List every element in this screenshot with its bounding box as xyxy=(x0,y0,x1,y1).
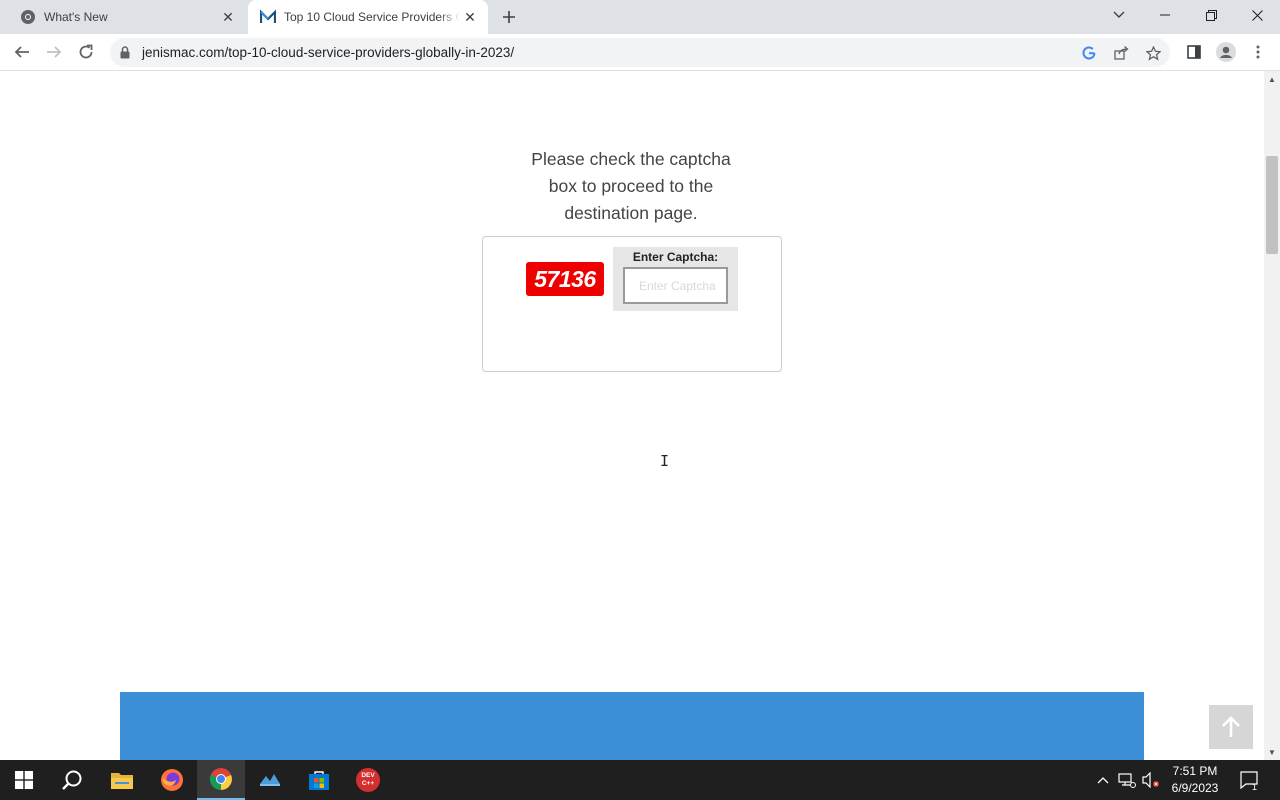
side-panel-icon[interactable] xyxy=(1180,38,1208,66)
restore-button[interactable] xyxy=(1188,0,1234,30)
windows-start-icon[interactable] xyxy=(0,760,48,800)
text-cursor-icon: I xyxy=(660,452,670,470)
captcha-label: Enter Captcha: xyxy=(632,250,719,264)
microsoft-store-icon[interactable] xyxy=(295,760,343,800)
captcha-instruction: Please check the captcha box to proceed … xyxy=(531,149,731,223)
volume-muted-icon[interactable] xyxy=(1140,760,1162,800)
tab-title: What's New xyxy=(44,10,108,24)
ide-icon[interactable] xyxy=(246,760,294,800)
close-tab-icon[interactable]: ✕ xyxy=(218,7,238,27)
back-button[interactable] xyxy=(8,38,36,66)
clock-time: 7:51 PM xyxy=(1172,764,1218,778)
scroll-down-arrow-icon[interactable]: ▼ xyxy=(1264,744,1280,760)
chrome-icon xyxy=(20,9,36,25)
page-content: Please check the captcha box to proceed … xyxy=(0,71,1264,760)
taskbar: DEV C++ 7:51 PM 6/9/2023 1 xyxy=(0,760,1280,800)
url-text: jenismac.com/top-10-cloud-service-provid… xyxy=(142,45,515,60)
tab-title: Top 10 Cloud Service Providers Globally … xyxy=(284,10,460,24)
address-bar[interactable]: jenismac.com/top-10-cloud-service-provid… xyxy=(110,38,1170,67)
close-window-button[interactable] xyxy=(1234,0,1280,30)
page-scrollbar[interactable]: ▲ ▼ xyxy=(1264,71,1280,760)
profile-avatar[interactable] xyxy=(1212,38,1240,66)
google-translate-icon[interactable] xyxy=(1080,44,1098,62)
captcha-panel: Enter Captcha: xyxy=(613,247,738,311)
minimize-button[interactable] xyxy=(1142,0,1188,30)
chrome-icon[interactable] xyxy=(197,760,245,800)
scrollbar-thumb[interactable] xyxy=(1266,156,1278,254)
kebab-menu-icon[interactable] xyxy=(1244,38,1272,66)
dev-cpp-label: DEV C++ xyxy=(356,768,380,792)
search-icon[interactable] xyxy=(48,760,96,800)
show-hidden-icons-chevron-icon[interactable] xyxy=(1094,760,1112,800)
captcha-input[interactable] xyxy=(623,267,728,304)
network-icon[interactable] xyxy=(1116,760,1138,800)
file-explorer-icon[interactable] xyxy=(98,760,146,800)
tab-whats-new[interactable]: What's New ✕ xyxy=(8,0,246,34)
jenismac-logo-icon xyxy=(260,9,276,25)
share-icon[interactable] xyxy=(1112,44,1130,62)
reload-button[interactable] xyxy=(72,38,100,66)
captcha-box: 57136 Enter Captcha: I xyxy=(482,236,782,470)
forward-button[interactable] xyxy=(40,38,68,66)
bookmark-star-icon[interactable] xyxy=(1144,44,1162,62)
footer-banner xyxy=(120,692,1144,760)
notification-center-icon[interactable]: 1 xyxy=(1236,760,1264,800)
new-tab-button[interactable] xyxy=(498,6,520,28)
close-tab-icon[interactable]: ✕ xyxy=(460,7,480,27)
taskbar-clock[interactable]: 7:51 PM 6/9/2023 xyxy=(1160,763,1230,797)
scroll-up-arrow-icon[interactable]: ▲ xyxy=(1264,71,1280,87)
clock-date: 6/9/2023 xyxy=(1171,781,1219,795)
tab-strip: What's New ✕ Top 10 Cloud Service Provid… xyxy=(0,0,1280,34)
lock-icon xyxy=(120,46,130,64)
tab-cloud-providers[interactable]: Top 10 Cloud Service Providers Globally … xyxy=(248,0,488,34)
captcha-code: 57136 xyxy=(526,262,604,296)
scroll-to-top-button[interactable] xyxy=(1209,705,1253,749)
browser-toolbar: jenismac.com/top-10-cloud-service-provid… xyxy=(0,34,1280,71)
firefox-icon[interactable] xyxy=(148,760,196,800)
notification-count: 1 xyxy=(1252,782,1258,792)
dev-cpp-icon[interactable]: DEV C++ xyxy=(344,760,392,800)
tab-search-chevron-icon[interactable] xyxy=(1096,0,1142,30)
